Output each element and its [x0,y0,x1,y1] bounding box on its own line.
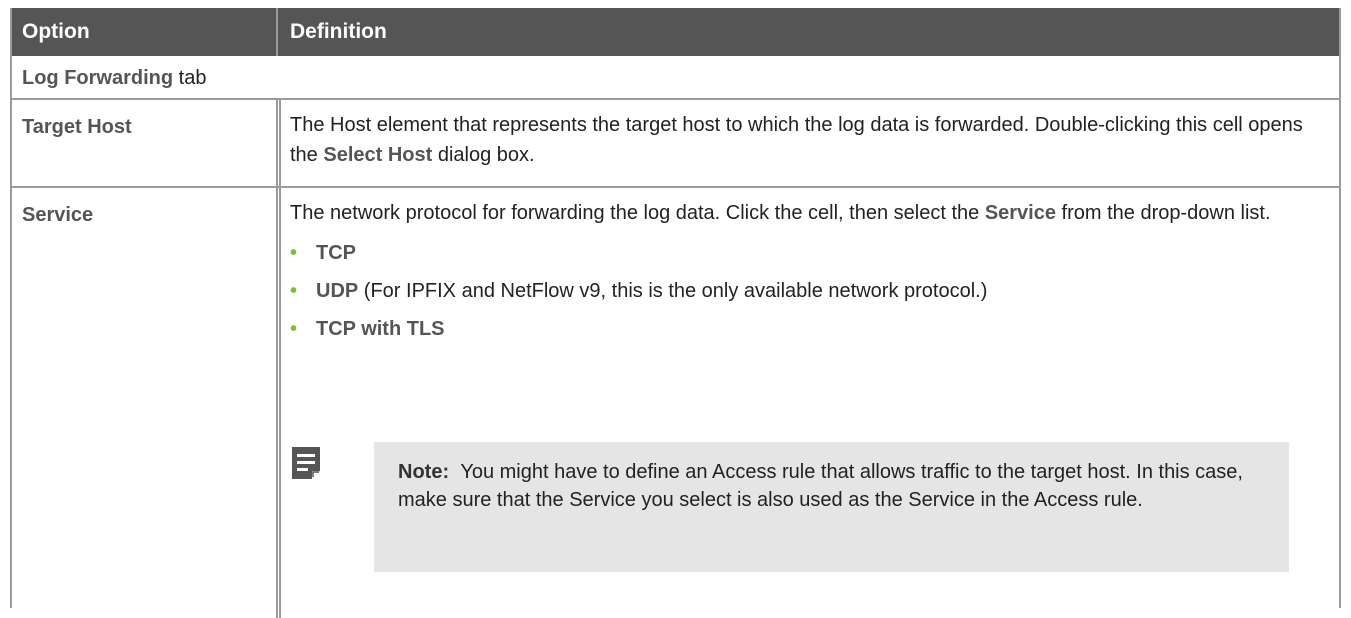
table-row-target-host: Target Host The Host element that repres… [12,100,1339,188]
header-option: Option [22,20,90,43]
protocol-name: TCP with TLS [316,318,445,340]
note-box: Note: You might have to define an Access… [374,442,1289,572]
options-table: Option Definition Log Forwarding tab Tar… [10,8,1341,618]
header-definition: Definition [290,20,387,43]
definition-service: The network protocol for forwarding the … [290,198,1319,348]
note-label: Note: [398,461,450,483]
bullet-icon: • [290,318,298,340]
bullet-icon: • [290,280,298,302]
protocol-list: • TCP • UDP (For IPFIX and NetFlow v9, thi… [290,234,1319,348]
note-icon [292,447,320,479]
section-row: Log Forwarding tab [12,56,1339,100]
table-row-service: Service The network protocol for forward… [12,188,1339,618]
definition-text: The network protocol for forwarding the … [290,198,1319,228]
note-text: You might have to define an Access rule … [398,461,1243,511]
section-title: Log Forwarding tab [22,56,206,100]
service-term: Service [984,202,1056,224]
protocol-desc: (For IPFIX and NetFlow v9, this is the o… [358,280,988,302]
list-item: • TCP with TLS [290,310,1319,348]
protocol-name: TCP [316,242,356,264]
bullet-icon: • [290,242,298,264]
list-item: • TCP [290,234,1319,272]
definition-text: The Host element that represents the tar… [290,110,1319,170]
column-divider [276,100,281,186]
definition-text-part: from the drop-down list. [1055,202,1271,224]
table-header-row: Option Definition [12,8,1339,56]
header-divider [276,8,278,56]
section-title-bold: Log Forwarding [22,67,174,89]
column-divider [276,188,281,618]
option-label-service: Service [22,204,94,226]
definition-text-part: dialog box. [432,144,535,166]
list-item: • UDP (For IPFIX and NetFlow v9, this is … [290,272,1319,310]
definition-text-part: The network protocol for forwarding the … [290,202,985,224]
definition-target-host: The Host element that represents the tar… [290,110,1319,170]
option-label-target-host: Target Host [22,116,132,138]
section-title-rest: tab [173,67,207,89]
select-host-term: Select Host [323,144,433,166]
protocol-name: UDP [316,280,359,302]
